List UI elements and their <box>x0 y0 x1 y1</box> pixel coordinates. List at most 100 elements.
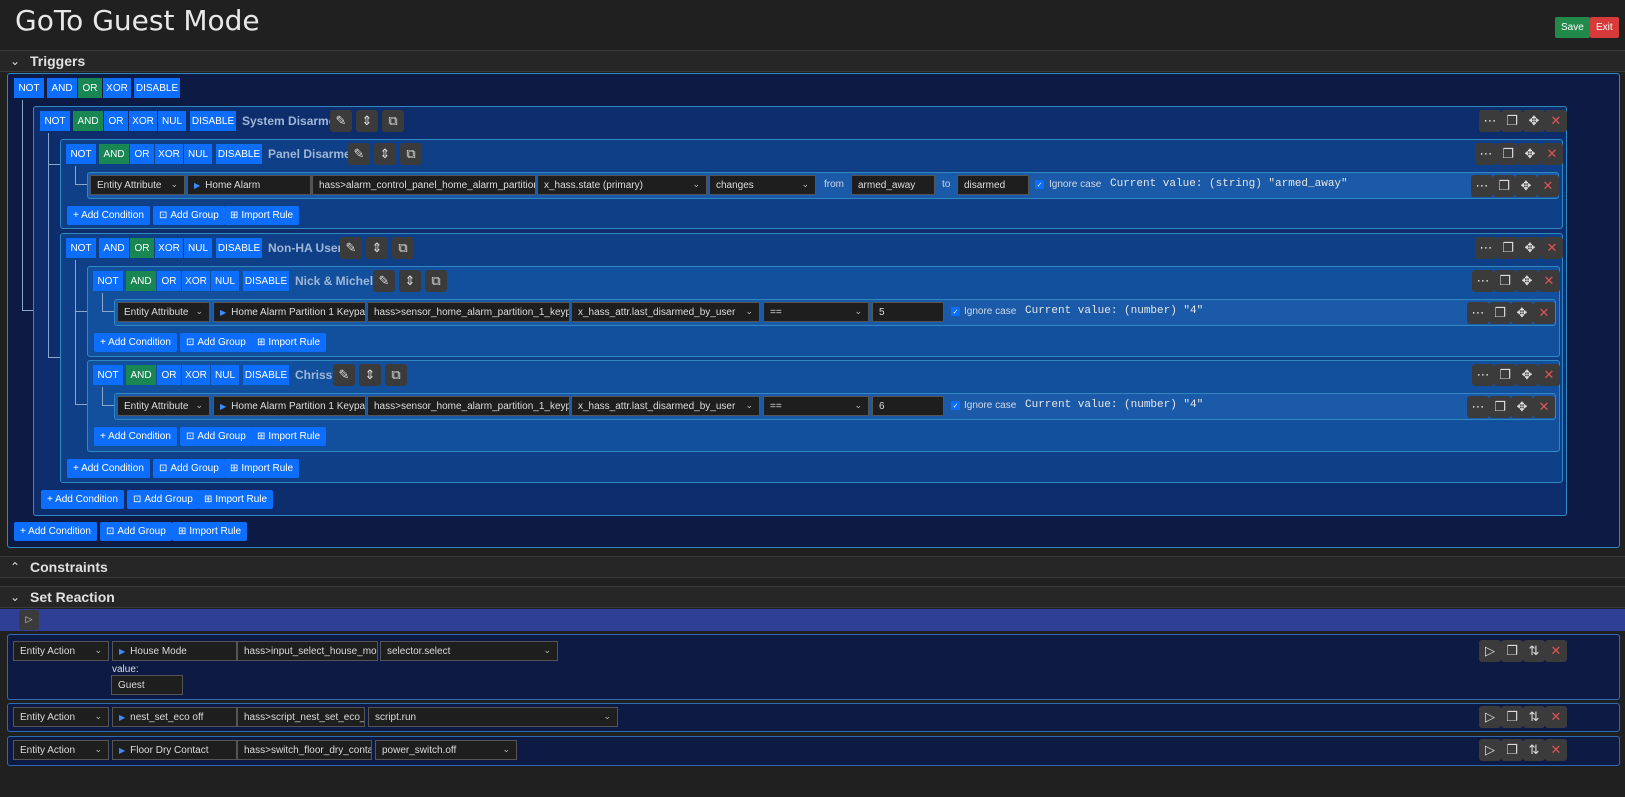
constraints-section-header[interactable]: ⌃ Constraints <box>0 556 1625 578</box>
copy-icon[interactable]: ❐ <box>1501 706 1523 728</box>
entity-id-field[interactable]: hass>sensor_home_alarm_partition_1_keypa… <box>367 302 570 322</box>
pencil-icon[interactable]: ✎ <box>330 110 352 132</box>
triggers-section-header[interactable]: ⌄ Triggers <box>0 50 1625 72</box>
external-link-icon[interactable]: ⧉ <box>382 110 404 132</box>
play-icon[interactable]: ▷ <box>1479 739 1501 761</box>
pencil-icon[interactable]: ✎ <box>373 270 395 292</box>
close-icon[interactable]: ✕ <box>1538 270 1560 292</box>
disable-button[interactable]: DISABLE <box>216 238 262 258</box>
check-icon[interactable]: ✓ <box>951 307 960 316</box>
move-icon[interactable]: ✥ <box>1511 396 1533 418</box>
disable-button[interactable]: DISABLE <box>190 111 236 131</box>
more-icon[interactable]: ⋯ <box>1472 364 1494 386</box>
collapse-icon[interactable]: ⇕ <box>359 364 381 386</box>
play-icon[interactable]: ▷ <box>19 610 39 630</box>
add-group-button[interactable]: ⊡ Add Group <box>127 490 199 509</box>
or-button[interactable]: OR <box>157 365 181 385</box>
to-value-input[interactable]: disarmed <box>957 175 1029 195</box>
nul-button[interactable]: NUL <box>211 365 239 385</box>
move-icon[interactable]: ✥ <box>1515 175 1537 197</box>
action-type-select[interactable]: Entity Action ⌄ <box>13 707 109 727</box>
add-group-button[interactable]: ⊡ Add Group <box>180 333 252 352</box>
play-icon[interactable]: ▷ <box>1479 640 1501 662</box>
close-icon[interactable]: ✕ <box>1533 396 1555 418</box>
xor-button[interactable]: XOR <box>182 365 210 385</box>
xor-button[interactable]: XOR <box>155 144 183 164</box>
entity-field[interactable]: ▶ Home Alarm Partition 1 Keypad <box>213 302 366 322</box>
collapse-icon[interactable]: ⇕ <box>374 143 396 165</box>
nul-button[interactable]: NUL <box>158 111 186 131</box>
more-icon[interactable]: ⋯ <box>1475 143 1497 165</box>
value-input[interactable]: 5 <box>872 302 944 322</box>
collapse-icon[interactable]: ⇕ <box>399 270 421 292</box>
move-icon[interactable]: ✥ <box>1516 364 1538 386</box>
close-icon[interactable]: ✕ <box>1545 640 1567 662</box>
not-button[interactable]: NOT <box>93 271 123 291</box>
more-icon[interactable]: ⋯ <box>1467 302 1489 324</box>
add-group-button[interactable]: ⊡ Add Group <box>153 459 225 478</box>
external-link-icon[interactable]: ⧉ <box>385 364 407 386</box>
copy-icon[interactable]: ❐ <box>1501 739 1523 761</box>
sort-icon[interactable]: ⇅ <box>1523 706 1545 728</box>
copy-icon[interactable]: ❐ <box>1489 302 1511 324</box>
more-icon[interactable]: ⋯ <box>1472 270 1494 292</box>
more-icon[interactable]: ⋯ <box>1471 175 1493 197</box>
move-icon[interactable]: ✥ <box>1516 270 1538 292</box>
copy-icon[interactable]: ❐ <box>1497 237 1519 259</box>
move-icon[interactable]: ✥ <box>1523 110 1545 132</box>
copy-icon[interactable]: ❐ <box>1501 110 1523 132</box>
copy-icon[interactable]: ❐ <box>1501 640 1523 662</box>
add-group-button[interactable]: ⊡ Add Group <box>153 206 225 225</box>
condition-type-select[interactable]: Entity Attribute ⌄ <box>90 175 185 195</box>
and-button[interactable]: AND <box>99 238 129 258</box>
xor-button[interactable]: XOR <box>129 111 157 131</box>
entity-id-field[interactable]: hass>alarm_control_panel_home_alarm_part… <box>312 175 536 195</box>
and-button[interactable]: AND <box>73 111 103 131</box>
condition-type-select[interactable]: Entity Attribute ⌄ <box>117 396 210 416</box>
not-button[interactable]: NOT <box>66 144 96 164</box>
not-button[interactable]: NOT <box>40 111 70 131</box>
or-button[interactable]: OR <box>157 271 181 291</box>
operator-select[interactable]: changes ⌄ <box>709 175 816 195</box>
pencil-icon[interactable]: ✎ <box>333 364 355 386</box>
nul-button[interactable]: NUL <box>184 144 212 164</box>
value-input[interactable]: Guest <box>111 675 183 695</box>
close-icon[interactable]: ✕ <box>1533 302 1555 324</box>
service-select[interactable]: power_switch.off ⌄ <box>375 740 517 760</box>
close-icon[interactable]: ✕ <box>1545 706 1567 728</box>
import-rule-button[interactable]: ⊞ Import Rule <box>224 459 300 478</box>
disable-button[interactable]: DISABLE <box>243 365 289 385</box>
check-icon[interactable]: ✓ <box>1035 180 1044 189</box>
close-icon[interactable]: ✕ <box>1545 739 1567 761</box>
copy-icon[interactable]: ❐ <box>1489 396 1511 418</box>
pencil-icon[interactable]: ✎ <box>340 237 362 259</box>
disable-button[interactable]: DISABLE <box>134 78 180 98</box>
not-button[interactable]: NOT <box>14 78 44 98</box>
not-button[interactable]: NOT <box>93 365 123 385</box>
play-icon[interactable]: ▷ <box>1479 706 1501 728</box>
or-button[interactable]: OR <box>130 238 154 258</box>
or-button[interactable]: OR <box>104 111 128 131</box>
check-icon[interactable]: ✓ <box>951 401 960 410</box>
operator-select[interactable]: == ⌄ <box>763 302 869 322</box>
attribute-select[interactable]: x_hass.state (primary) ⌄ <box>537 175 707 195</box>
entity-id-field[interactable]: hass>sensor_home_alarm_partition_1_keypa… <box>367 396 570 416</box>
and-button[interactable]: AND <box>126 271 156 291</box>
move-icon[interactable]: ✥ <box>1519 143 1541 165</box>
import-rule-button[interactable]: ⊞ Import Rule <box>224 206 300 225</box>
close-icon[interactable]: ✕ <box>1537 175 1559 197</box>
collapse-icon[interactable]: ⇕ <box>366 237 388 259</box>
xor-button[interactable]: XOR <box>155 238 183 258</box>
import-rule-button[interactable]: ⊞ Import Rule <box>251 427 327 446</box>
attribute-select[interactable]: x_hass_attr.last_disarmed_by_user ⌄ <box>571 302 760 322</box>
entity-field[interactable]: ▶ Home Alarm Partition 1 Keypad <box>213 396 366 416</box>
disable-button[interactable]: DISABLE <box>243 271 289 291</box>
or-button[interactable]: OR <box>130 144 154 164</box>
copy-icon[interactable]: ❐ <box>1494 270 1516 292</box>
copy-icon[interactable]: ❐ <box>1493 175 1515 197</box>
add-condition-button[interactable]: + Add Condition <box>94 427 177 446</box>
value-input[interactable]: 6 <box>872 396 944 416</box>
operator-select[interactable]: == ⌄ <box>763 396 869 416</box>
action-type-select[interactable]: Entity Action ⌄ <box>13 740 109 760</box>
import-rule-button[interactable]: ⊞ Import Rule <box>172 522 248 541</box>
